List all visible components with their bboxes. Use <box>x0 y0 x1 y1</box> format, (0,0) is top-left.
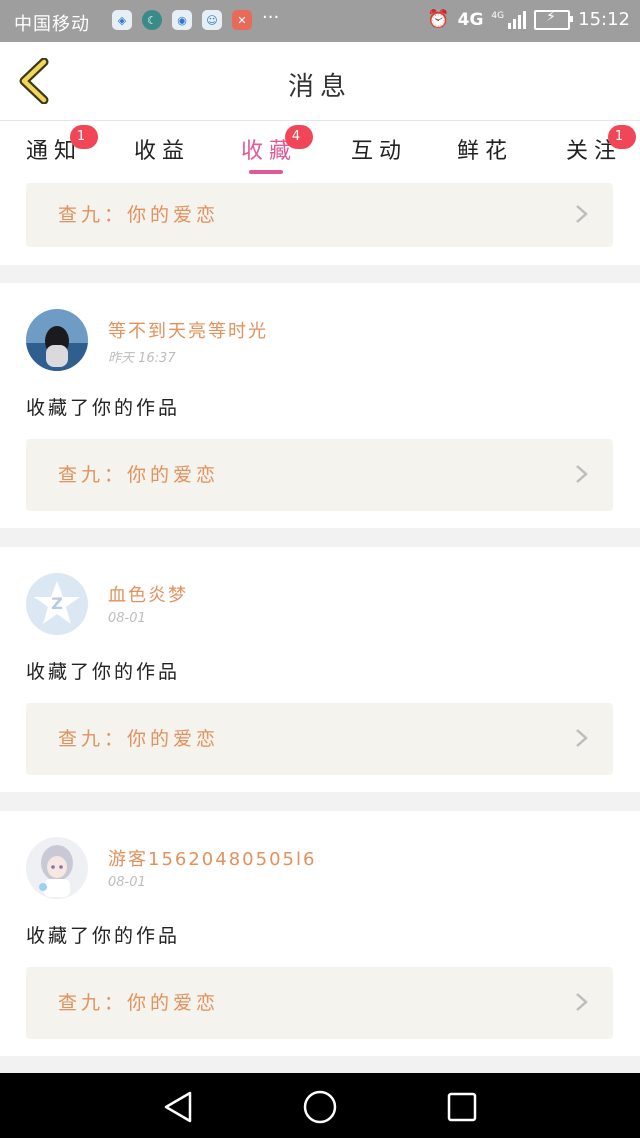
work-title: 查九：你的爱恋 <box>58 204 220 226</box>
work-link[interactable]: 查九：你的爱恋 <box>26 967 613 1039</box>
app-header: 消息 <box>0 42 640 121</box>
carrier-label: 中国移动 <box>14 14 90 35</box>
message-list[interactable]: 查九：你的爱恋 等不到天亮等时光 昨天 16:37 收藏了你的作品 查九：你的爱… <box>0 183 640 1073</box>
unread-badge: 4 <box>285 125 313 149</box>
list-item: Z 血色炎梦 08-01 收藏了你的作品 查九：你的爱恋 <box>0 547 640 792</box>
list-item: 游客15620480505l6 08-01 收藏了你的作品 查九：你的爱恋 <box>0 811 640 1056</box>
alarm-icon: ⏰ <box>427 9 450 30</box>
app-notification-icon: ◉ <box>172 10 192 30</box>
status-bar: 中国移动 ◈ ☾ ◉ ☺ ✕ ··· ⏰ 4G 4G ⚡ 15:12 <box>0 0 640 42</box>
active-tab-indicator <box>249 170 283 174</box>
chevron-right-icon <box>576 993 588 1011</box>
page-title: 消息 <box>287 72 352 102</box>
avatar[interactable] <box>26 837 88 899</box>
unread-badge: 1 <box>70 125 98 149</box>
chevron-right-icon <box>576 729 588 747</box>
unread-badge: 1 <box>608 125 636 149</box>
signal-icon: 4G <box>491 10 527 29</box>
action-text: 收藏了你的作品 <box>26 661 181 683</box>
list-item: 等不到天亮等时光 昨天 16:37 收藏了你的作品 查九：你的爱恋 <box>0 283 640 528</box>
work-link[interactable]: 查九：你的爱恋 <box>26 439 613 511</box>
moon-app-icon: ☾ <box>142 10 162 30</box>
action-text: 收藏了你的作品 <box>26 397 181 419</box>
tab-follows[interactable]: 关注 1 <box>566 125 636 165</box>
system-nav-bar <box>0 1073 640 1138</box>
chevron-right-icon <box>576 205 588 223</box>
timestamp: 08-01 <box>108 875 146 890</box>
work-title: 查九：你的爱恋 <box>58 728 220 750</box>
tab-label: 收益 <box>134 139 191 164</box>
clock: 15:12 <box>578 9 630 30</box>
chevron-right-icon <box>576 465 588 483</box>
home-circle-icon[interactable] <box>300 1087 340 1127</box>
tab-flowers[interactable]: 鲜花 <box>457 133 513 165</box>
tab-label: 互动 <box>351 139 408 164</box>
work-title: 查九：你的爱恋 <box>58 992 220 1014</box>
tab-interactions[interactable]: 互动 <box>351 133 407 165</box>
tab-notifications[interactable]: 通知 1 <box>26 125 98 165</box>
timestamp: 昨天 16:37 <box>108 351 176 366</box>
timestamp: 08-01 <box>108 611 146 626</box>
username[interactable]: 等不到天亮等时光 <box>108 317 268 343</box>
battery-charging-icon: ⚡ <box>534 9 574 30</box>
avatar[interactable] <box>26 309 88 371</box>
network-type-small: 4G <box>491 10 505 21</box>
list-item: 查九：你的爱恋 <box>0 183 640 265</box>
username[interactable]: 血色炎梦 <box>108 581 188 607</box>
more-notifications-icon: ··· <box>262 7 280 28</box>
work-link[interactable]: 查九：你的爱恋 <box>26 183 613 247</box>
work-link[interactable]: 查九：你的爱恋 <box>26 703 613 775</box>
avatar[interactable]: Z <box>26 573 88 635</box>
browser-app-icon: ◈ <box>112 10 132 30</box>
action-text: 收藏了你的作品 <box>26 925 181 947</box>
tab-favorites[interactable]: 收藏 4 <box>241 125 313 165</box>
recents-square-icon[interactable] <box>442 1087 482 1127</box>
tab-label: 鲜花 <box>457 139 514 164</box>
username[interactable]: 游客15620480505l6 <box>108 845 316 871</box>
back-triangle-icon[interactable] <box>158 1087 198 1127</box>
notification-icons: ◈ ☾ ◉ ☺ ✕ ··· <box>112 7 280 30</box>
missed-call-icon: ✕ <box>232 10 252 30</box>
network-type: 4G <box>457 9 484 30</box>
tab-bar: 通知 1 收益 收藏 4 互动 鲜花 关注 1 <box>0 121 640 183</box>
svg-text:Z: Z <box>51 594 63 613</box>
assistant-app-icon: ☺ <box>202 10 222 30</box>
work-title: 查九：你的爱恋 <box>58 464 220 486</box>
tab-earnings[interactable]: 收益 <box>134 133 190 165</box>
